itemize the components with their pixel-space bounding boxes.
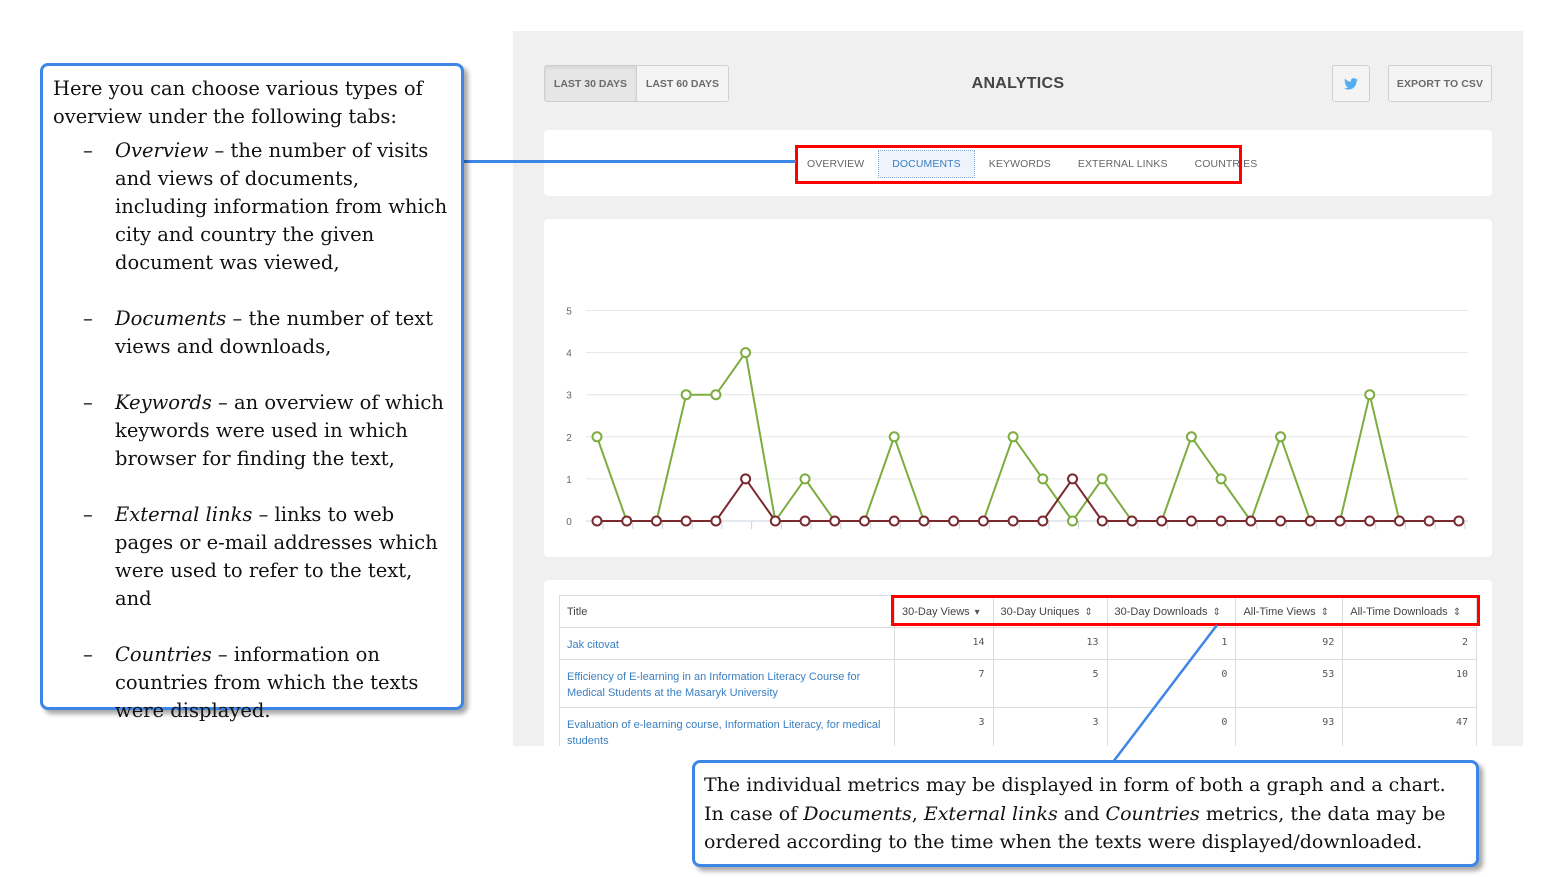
term: Overview <box>115 139 209 162</box>
list-item: – Documents – the number of text views an… <box>83 305 451 361</box>
term: External links <box>923 802 1058 825</box>
dash-bullet: – <box>83 391 93 414</box>
callout-text: , <box>911 802 924 825</box>
term: Countries <box>1105 802 1200 825</box>
list-item: – Keywords – an overview of which keyword… <box>83 389 451 473</box>
metrics-explanation-callout: The individual metrics may be displayed … <box>692 760 1479 867</box>
term: Documents <box>115 307 227 330</box>
list-item: – Countries – information on countries fr… <box>83 641 451 725</box>
term: Keywords <box>115 391 212 414</box>
term: Documents <box>803 802 912 825</box>
dash-bullet: – <box>83 139 93 162</box>
dash-bullet: – <box>83 643 93 666</box>
list-item: – External links – links to web pages or … <box>83 501 451 613</box>
callout-text: and <box>1057 802 1106 825</box>
term: Countries <box>115 643 212 666</box>
list-item: – Overview – the number of visits and vie… <box>83 137 451 277</box>
dash-bullet: – <box>83 503 93 526</box>
dash-bullet: – <box>83 307 93 330</box>
tabs-explanation-callout: Here you can choose various types of ove… <box>40 63 464 722</box>
callout-intro: Here you can choose various types of ove… <box>53 77 423 128</box>
term: External links <box>115 503 253 526</box>
tab-description-list: – Overview – the number of visits and vie… <box>53 137 451 725</box>
